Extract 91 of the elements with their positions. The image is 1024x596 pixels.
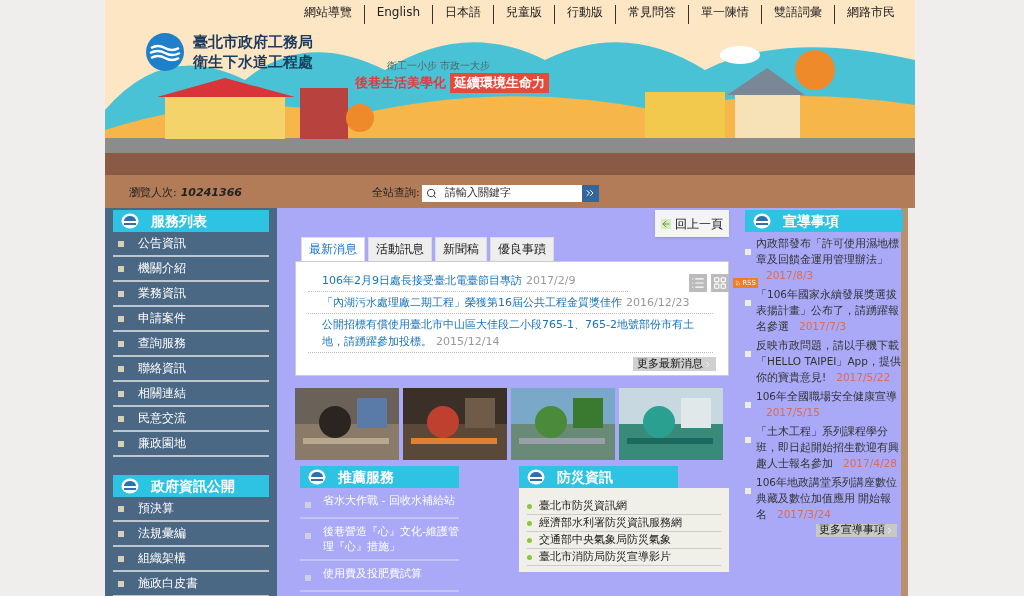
bullet-icon <box>118 440 124 447</box>
more-news-button[interactable]: 更多最新消息 <box>633 357 716 371</box>
bullet-icon <box>745 300 751 306</box>
sidebar-item[interactable]: 申請案件 <box>113 307 269 332</box>
section-title: 宣導事項 <box>783 211 839 231</box>
sidebar-item[interactable]: 預決算 <box>113 497 269 522</box>
news-tab[interactable]: 新聞稿 <box>435 237 487 261</box>
bullet-icon <box>527 520 532 526</box>
bullet-icon <box>118 365 124 372</box>
slogan-highlight: 延續環境生命力 <box>450 73 549 93</box>
bullet-icon <box>118 555 124 562</box>
announcement-item[interactable]: 內政部發布「許可使用濕地標章及回饋金運用管理辦法」 2017/8/3 <box>756 235 901 283</box>
top-nav-link[interactable]: 行動版 <box>554 5 615 24</box>
top-nav-link[interactable]: 單一陳情 <box>688 5 761 24</box>
sidebar-item[interactable]: 組織架構 <box>113 547 269 572</box>
sidebar-item[interactable]: 機關介紹 <box>113 257 269 282</box>
bullet-icon <box>745 437 751 443</box>
news-tab[interactable]: 活動訊息 <box>368 237 432 261</box>
sidebar-item[interactable]: 相關連結 <box>113 382 269 407</box>
top-nav-link[interactable]: 日本語 <box>432 5 493 24</box>
slogan-text: 衛工一小步 市政一大步 <box>387 59 491 73</box>
disaster-link[interactable]: 臺北市防災資訊網 <box>527 498 721 515</box>
disaster-link[interactable]: 臺北市消防局防災宣導影片 <box>527 549 721 566</box>
bullet-icon <box>118 415 124 422</box>
top-nav-link[interactable]: 網站導覽 <box>291 5 364 24</box>
back-button[interactable]: 回上一頁 <box>655 210 729 237</box>
news-tab[interactable]: 最新消息 <box>301 237 365 261</box>
bullet-icon <box>118 265 124 272</box>
visit-counter: 10241366 <box>180 184 242 201</box>
logo-icon <box>145 32 185 72</box>
bullet-icon <box>305 575 311 581</box>
disaster-link[interactable]: 交通部中央氣象局防災氣象 <box>527 532 721 549</box>
sidebar-item[interactable]: 民意交流 <box>113 407 269 432</box>
bullet-icon <box>745 402 751 408</box>
bullet-icon <box>745 249 751 255</box>
bullet-icon <box>745 488 751 494</box>
dome-icon <box>527 469 545 485</box>
top-nav-link[interactable]: English <box>363 5 432 24</box>
bullet-icon <box>118 390 124 397</box>
sidebar-item[interactable]: 施政白皮書 <box>113 572 269 596</box>
dome-icon <box>121 478 139 494</box>
news-tab[interactable]: 優良事蹟 <box>490 237 554 261</box>
bullet-icon <box>118 505 124 512</box>
arrow-left-icon <box>661 218 671 229</box>
top-nav-link[interactable]: 雙語詞彙 <box>761 5 834 24</box>
announcement-item[interactable]: 「106年國家永續發展獎選拔表揚計畫」公布了，請踴躍報名參選 2017/7/3 <box>756 286 901 334</box>
dome-icon <box>308 469 326 485</box>
logo-title: 臺北市政府工務局 <box>193 32 313 52</box>
announcement-item[interactable]: 106年地政講堂系列講座數位典藏及數位加值應用 開始報名 2017/3/24 <box>756 474 901 522</box>
announcement-item[interactable]: 「土木工程」系列課程學分班，即日起開始招生歡迎有興趣人士報名參加 2017/4/28 <box>756 423 901 471</box>
news-item[interactable]: 「內湖污水處理廠二期工程」榮獲第16屆公共工程金質獎佳作 2016/12/23 <box>308 292 713 314</box>
section-title: 防災資訊 <box>557 467 613 487</box>
section-title: 服務列表 <box>151 211 207 231</box>
chevron-right-icon <box>703 359 712 369</box>
visit-counter-label: 瀏覽人次: <box>129 184 177 201</box>
bullet-icon <box>118 530 124 537</box>
bullet-icon <box>527 503 532 509</box>
sidebar-item[interactable]: 查詢服務 <box>113 332 269 357</box>
bullet-icon <box>118 580 124 587</box>
dome-icon <box>121 213 139 229</box>
news-item[interactable]: 106年2月9日處長接受臺北電臺節目專訪 2017/2/9 <box>308 270 628 292</box>
announcement-item[interactable]: 106年全國職場安全健康宣導 2017/5/15 <box>756 388 901 420</box>
search-icon <box>425 187 437 199</box>
bullet-icon <box>305 533 311 539</box>
disaster-link[interactable]: 經濟部水利署防災資訊服務網 <box>527 515 721 532</box>
sidebar-item[interactable]: 業務資訊 <box>113 282 269 307</box>
bullet-icon <box>118 290 124 297</box>
bullet-icon <box>305 502 311 508</box>
bullet-icon <box>527 554 532 560</box>
top-nav-link[interactable]: 常見問答 <box>615 5 688 24</box>
top-nav-link[interactable]: 兒童版 <box>493 5 554 24</box>
chevron-right-icon <box>885 526 894 535</box>
sidebar-item[interactable]: 公告資訊 <box>113 232 269 257</box>
sidebar-item[interactable]: 法規彙編 <box>113 522 269 547</box>
section-title: 推薦服務 <box>338 467 394 487</box>
announcement-item[interactable]: 反映市政問題，請以手機下載「HELLO TAIPEI」App，提供你的寶貴意見! 2017/5/22 <box>756 337 901 385</box>
bullet-icon <box>118 240 124 247</box>
sidebar-item[interactable]: 聯絡資訊 <box>113 357 269 382</box>
top-nav-link[interactable]: 網路市民 <box>834 5 907 24</box>
search-label: 全站查詢: <box>371 184 420 201</box>
news-item[interactable]: 公開招標有償使用臺北市中山區大佳段二小段765-1、765-2地號部份市有土地，請踴躍參加投標。 2015/12/14 <box>308 314 713 353</box>
dome-icon <box>753 213 771 229</box>
bullet-icon <box>745 351 751 357</box>
section-title: 政府資訊公開 <box>151 476 235 496</box>
sidebar-item[interactable]: 廉政園地 <box>113 432 269 457</box>
slogan-text: 後巷生活美學化 <box>355 74 446 92</box>
bullet-icon <box>118 340 124 347</box>
more-announcements-button[interactable]: 更多宣導事項 <box>816 524 897 537</box>
bullet-icon <box>118 315 124 322</box>
bullet-icon <box>527 537 532 543</box>
search-input[interactable]: 請輸入關鍵字 <box>444 184 565 202</box>
